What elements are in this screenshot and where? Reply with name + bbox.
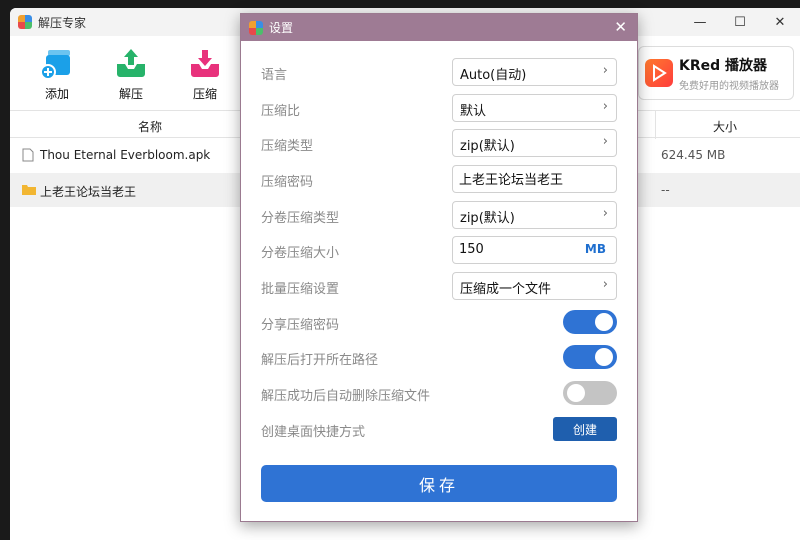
extract-button[interactable]: 解压 <box>94 36 168 102</box>
setting-auto-delete: 解压成功后自动删除压缩文件 <box>261 379 617 407</box>
setting-ratio: 压缩比 默认 › <box>261 94 617 122</box>
file-size: -- <box>661 183 670 197</box>
ad-subtitle: 免费好用的视频播放器 <box>679 80 779 92</box>
batch-select[interactable]: 压缩成一个文件 › <box>452 272 617 300</box>
column-header-size[interactable]: 大小 <box>713 118 737 135</box>
column-header-name[interactable]: 名称 <box>138 118 162 135</box>
settings-dialog: 设置 ✕ 语言 Auto(自动) › 压缩比 默认 › 压缩类型 zip(默认)… <box>240 13 638 522</box>
window-controls: — ☐ ✕ <box>680 8 800 36</box>
password-field[interactable] <box>459 171 579 186</box>
split-size-field[interactable] <box>459 242 579 257</box>
kred-player-ad[interactable]: KRed 播放器 免费好用的视频播放器 <box>638 46 794 100</box>
compress-icon <box>191 50 219 77</box>
select-value: Auto(自动) <box>460 68 527 83</box>
column-divider[interactable] <box>655 111 656 139</box>
ad-title: KRed 播放器 <box>679 57 768 74</box>
add-button-label: 添加 <box>44 87 69 101</box>
ratio-select[interactable]: 默认 › <box>452 94 617 122</box>
close-window-button[interactable]: ✕ <box>760 8 800 36</box>
share-password-toggle[interactable] <box>563 310 617 334</box>
split-size-unit: MB <box>584 242 606 256</box>
dialog-titlebar: 设置 ✕ <box>241 14 637 41</box>
app-logo-icon <box>18 15 32 29</box>
chevron-right-icon: › <box>602 134 608 149</box>
setting-label: 压缩密码 <box>261 175 314 190</box>
language-select[interactable]: Auto(自动) › <box>452 58 617 86</box>
minimize-button[interactable]: — <box>680 8 720 36</box>
setting-label: 分享压缩密码 <box>261 318 340 333</box>
setting-label: 语言 <box>261 68 288 83</box>
setting-split-size: 分卷压缩大小 MB <box>261 236 617 264</box>
select-value: zip(默认) <box>460 139 515 154</box>
setting-open-path: 解压后打开所在路径 <box>261 343 617 371</box>
setting-batch: 批量压缩设置 压缩成一个文件 › <box>261 272 617 300</box>
folder-icon <box>22 185 36 195</box>
kred-logo-icon <box>645 59 673 87</box>
dialog-title: 设置 <box>269 21 294 35</box>
chevron-right-icon: › <box>602 277 608 292</box>
setting-label: 分卷压缩类型 <box>261 211 340 226</box>
file-name: 上老王论坛当老王 <box>40 185 137 199</box>
setting-password: 压缩密码 <box>261 165 617 193</box>
setting-type: 压缩类型 zip(默认) › <box>261 129 617 157</box>
compress-button[interactable]: 压缩 <box>168 36 242 102</box>
auto-delete-toggle[interactable] <box>563 381 617 405</box>
extract-button-label: 解压 <box>118 87 143 101</box>
add-button[interactable]: 添加 <box>20 36 94 102</box>
select-value: 压缩成一个文件 <box>460 282 552 297</box>
file-size: 624.45 MB <box>661 148 726 162</box>
setting-share-password: 分享压缩密码 <box>261 308 617 336</box>
file-icon <box>22 148 34 162</box>
dialog-close-button[interactable]: ✕ <box>614 18 627 36</box>
setting-split-type: 分卷压缩类型 zip(默认) › <box>261 201 617 229</box>
password-field-wrap <box>452 165 617 193</box>
create-shortcut-button[interactable]: 创建 <box>553 417 617 441</box>
open-path-toggle[interactable] <box>563 345 617 369</box>
setting-label: 压缩比 <box>261 104 301 119</box>
select-value: 默认 <box>460 104 487 119</box>
setting-label: 创建桌面快捷方式 <box>261 425 366 440</box>
setting-label: 解压成功后自动删除压缩文件 <box>261 389 431 404</box>
setting-label: 解压后打开所在路径 <box>261 353 379 368</box>
app-title: 解压专家 <box>38 15 87 30</box>
app-logo-icon <box>249 20 263 35</box>
compress-button-label: 压缩 <box>192 87 217 101</box>
save-button[interactable]: 保存 <box>261 465 617 502</box>
file-name: Thou Eternal Everbloom.apk <box>40 148 211 162</box>
chevron-right-icon: › <box>602 206 608 221</box>
split-type-select[interactable]: zip(默认) › <box>452 201 617 229</box>
select-value: zip(默认) <box>460 211 515 226</box>
setting-label: 批量压缩设置 <box>261 282 340 297</box>
setting-shortcut: 创建桌面快捷方式 创建 <box>261 415 617 443</box>
extract-icon <box>117 49 145 77</box>
compress-type-select[interactable]: zip(默认) › <box>452 129 617 157</box>
chevron-right-icon: › <box>602 63 608 78</box>
setting-label: 压缩类型 <box>261 139 314 154</box>
add-archive-icon <box>40 50 70 80</box>
maximize-button[interactable]: ☐ <box>720 8 760 36</box>
setting-language: 语言 Auto(自动) › <box>261 58 617 86</box>
split-size-field-wrap: MB <box>452 236 617 264</box>
chevron-right-icon: › <box>602 99 608 114</box>
setting-label: 分卷压缩大小 <box>261 246 340 261</box>
